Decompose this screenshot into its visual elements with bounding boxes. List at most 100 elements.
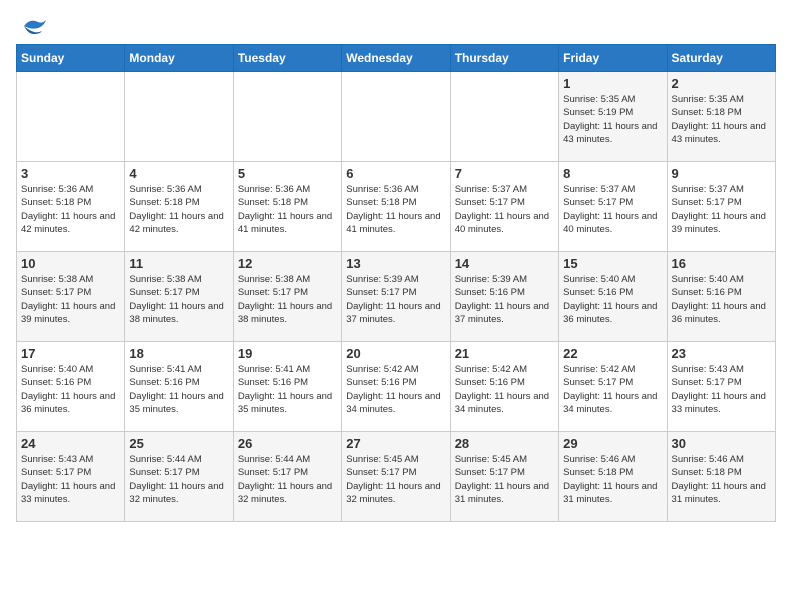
calendar-cell: 19 Sunrise: 5:41 AM Sunset: 5:16 PM Dayli… bbox=[233, 342, 341, 432]
day-info: Sunrise: 5:43 AM Sunset: 5:17 PM Dayligh… bbox=[672, 363, 771, 416]
day-header-monday: Monday bbox=[125, 45, 233, 72]
calendar-week-row: 3 Sunrise: 5:36 AM Sunset: 5:18 PM Daylig… bbox=[17, 162, 776, 252]
calendar-header-row: SundayMondayTuesdayWednesdayThursdayFrid… bbox=[17, 45, 776, 72]
calendar-week-row: 1Sunrise: 5:35 AM Sunset: 5:19 PM Daylig… bbox=[17, 72, 776, 162]
day-number: 22 bbox=[563, 346, 662, 361]
calendar-cell: 1Sunrise: 5:35 AM Sunset: 5:19 PM Daylig… bbox=[559, 72, 667, 162]
day-number: 25 bbox=[129, 436, 228, 451]
day-number: 5 bbox=[238, 166, 337, 181]
calendar-cell: 4 Sunrise: 5:36 AM Sunset: 5:18 PM Daylig… bbox=[125, 162, 233, 252]
day-info: Sunrise: 5:41 AM Sunset: 5:16 PM Dayligh… bbox=[129, 363, 228, 416]
calendar-cell: 3 Sunrise: 5:36 AM Sunset: 5:18 PM Daylig… bbox=[17, 162, 125, 252]
day-number: 13 bbox=[346, 256, 445, 271]
day-number: 18 bbox=[129, 346, 228, 361]
day-info: Sunrise: 5:37 AM Sunset: 5:17 PM Dayligh… bbox=[455, 183, 554, 236]
day-info: Sunrise: 5:40 AM Sunset: 5:16 PM Dayligh… bbox=[563, 273, 662, 326]
logo bbox=[16, 16, 48, 36]
day-info: Sunrise: 5:39 AM Sunset: 5:17 PM Dayligh… bbox=[346, 273, 445, 326]
calendar-cell: 28 Sunrise: 5:45 AM Sunset: 5:17 PM Dayli… bbox=[450, 432, 558, 522]
calendar-cell: 20Sunrise: 5:42 AM Sunset: 5:16 PM Dayli… bbox=[342, 342, 450, 432]
day-number: 29 bbox=[563, 436, 662, 451]
day-info: Sunrise: 5:44 AM Sunset: 5:17 PM Dayligh… bbox=[238, 453, 337, 506]
day-number: 8 bbox=[563, 166, 662, 181]
day-info: Sunrise: 5:41 AM Sunset: 5:16 PM Dayligh… bbox=[238, 363, 337, 416]
day-info: Sunrise: 5:38 AM Sunset: 5:17 PM Dayligh… bbox=[129, 273, 228, 326]
day-info: Sunrise: 5:35 AM Sunset: 5:18 PM Dayligh… bbox=[672, 93, 771, 146]
day-number: 23 bbox=[672, 346, 771, 361]
calendar-cell bbox=[125, 72, 233, 162]
day-number: 12 bbox=[238, 256, 337, 271]
calendar-cell: 21 Sunrise: 5:42 AM Sunset: 5:16 PM Dayli… bbox=[450, 342, 558, 432]
day-number: 16 bbox=[672, 256, 771, 271]
day-number: 3 bbox=[21, 166, 120, 181]
page-header bbox=[16, 16, 776, 36]
calendar-week-row: 10 Sunrise: 5:38 AM Sunset: 5:17 PM Dayli… bbox=[17, 252, 776, 342]
day-info: Sunrise: 5:44 AM Sunset: 5:17 PM Dayligh… bbox=[129, 453, 228, 506]
day-number: 11 bbox=[129, 256, 228, 271]
day-header-wednesday: Wednesday bbox=[342, 45, 450, 72]
calendar-cell: 6Sunrise: 5:36 AM Sunset: 5:18 PM Daylig… bbox=[342, 162, 450, 252]
calendar-cell: 29 Sunrise: 5:46 AM Sunset: 5:18 PM Dayli… bbox=[559, 432, 667, 522]
day-info: Sunrise: 5:36 AM Sunset: 5:18 PM Dayligh… bbox=[129, 183, 228, 236]
calendar-cell: 14 Sunrise: 5:39 AM Sunset: 5:16 PM Dayli… bbox=[450, 252, 558, 342]
day-info: Sunrise: 5:42 AM Sunset: 5:16 PM Dayligh… bbox=[346, 363, 445, 416]
day-info: Sunrise: 5:46 AM Sunset: 5:18 PM Dayligh… bbox=[563, 453, 662, 506]
calendar-cell: 15 Sunrise: 5:40 AM Sunset: 5:16 PM Dayli… bbox=[559, 252, 667, 342]
day-number: 28 bbox=[455, 436, 554, 451]
calendar-cell bbox=[450, 72, 558, 162]
day-info: Sunrise: 5:36 AM Sunset: 5:18 PM Dayligh… bbox=[238, 183, 337, 236]
calendar-cell: 30 Sunrise: 5:46 AM Sunset: 5:18 PM Dayli… bbox=[667, 432, 775, 522]
calendar-cell: 22 Sunrise: 5:42 AM Sunset: 5:17 PM Dayli… bbox=[559, 342, 667, 432]
calendar-cell: 9Sunrise: 5:37 AM Sunset: 5:17 PM Daylig… bbox=[667, 162, 775, 252]
calendar-cell: 10Sunrise: 5:38 AM Sunset: 5:17 PM Dayli… bbox=[17, 252, 125, 342]
day-header-saturday: Saturday bbox=[667, 45, 775, 72]
calendar-cell: 5 Sunrise: 5:36 AM Sunset: 5:18 PM Daylig… bbox=[233, 162, 341, 252]
day-number: 7 bbox=[455, 166, 554, 181]
calendar-cell: 24Sunrise: 5:43 AM Sunset: 5:17 PM Dayli… bbox=[17, 432, 125, 522]
calendar-week-row: 24Sunrise: 5:43 AM Sunset: 5:17 PM Dayli… bbox=[17, 432, 776, 522]
calendar-cell: 18 Sunrise: 5:41 AM Sunset: 5:16 PM Dayli… bbox=[125, 342, 233, 432]
calendar-cell: 16 Sunrise: 5:40 AM Sunset: 5:16 PM Dayli… bbox=[667, 252, 775, 342]
calendar-cell: 12 Sunrise: 5:38 AM Sunset: 5:17 PM Dayli… bbox=[233, 252, 341, 342]
day-info: Sunrise: 5:38 AM Sunset: 5:17 PM Dayligh… bbox=[238, 273, 337, 326]
calendar-cell: 25 Sunrise: 5:44 AM Sunset: 5:17 PM Dayli… bbox=[125, 432, 233, 522]
day-number: 19 bbox=[238, 346, 337, 361]
day-number: 4 bbox=[129, 166, 228, 181]
day-info: Sunrise: 5:43 AM Sunset: 5:17 PM Dayligh… bbox=[21, 453, 120, 506]
day-number: 14 bbox=[455, 256, 554, 271]
day-header-thursday: Thursday bbox=[450, 45, 558, 72]
day-info: Sunrise: 5:36 AM Sunset: 5:18 PM Dayligh… bbox=[346, 183, 445, 236]
day-info: Sunrise: 5:42 AM Sunset: 5:17 PM Dayligh… bbox=[563, 363, 662, 416]
calendar-table: SundayMondayTuesdayWednesdayThursdayFrid… bbox=[16, 44, 776, 522]
day-number: 9 bbox=[672, 166, 771, 181]
calendar-cell: 26 Sunrise: 5:44 AM Sunset: 5:17 PM Dayli… bbox=[233, 432, 341, 522]
calendar-cell: 7 Sunrise: 5:37 AM Sunset: 5:17 PM Daylig… bbox=[450, 162, 558, 252]
day-number: 27 bbox=[346, 436, 445, 451]
day-info: Sunrise: 5:40 AM Sunset: 5:16 PM Dayligh… bbox=[672, 273, 771, 326]
day-number: 30 bbox=[672, 436, 771, 451]
day-number: 17 bbox=[21, 346, 120, 361]
day-info: Sunrise: 5:35 AM Sunset: 5:19 PM Dayligh… bbox=[563, 93, 662, 146]
day-info: Sunrise: 5:45 AM Sunset: 5:17 PM Dayligh… bbox=[346, 453, 445, 506]
day-number: 10 bbox=[21, 256, 120, 271]
day-number: 15 bbox=[563, 256, 662, 271]
day-number: 21 bbox=[455, 346, 554, 361]
day-info: Sunrise: 5:45 AM Sunset: 5:17 PM Dayligh… bbox=[455, 453, 554, 506]
day-info: Sunrise: 5:46 AM Sunset: 5:18 PM Dayligh… bbox=[672, 453, 771, 506]
calendar-cell: 27 Sunrise: 5:45 AM Sunset: 5:17 PM Dayli… bbox=[342, 432, 450, 522]
calendar-cell: 11 Sunrise: 5:38 AM Sunset: 5:17 PM Dayli… bbox=[125, 252, 233, 342]
day-info: Sunrise: 5:37 AM Sunset: 5:17 PM Dayligh… bbox=[563, 183, 662, 236]
calendar-body: 1Sunrise: 5:35 AM Sunset: 5:19 PM Daylig… bbox=[17, 72, 776, 522]
calendar-cell bbox=[233, 72, 341, 162]
calendar-cell: 23 Sunrise: 5:43 AM Sunset: 5:17 PM Dayli… bbox=[667, 342, 775, 432]
calendar-cell: 13 Sunrise: 5:39 AM Sunset: 5:17 PM Dayli… bbox=[342, 252, 450, 342]
day-header-friday: Friday bbox=[559, 45, 667, 72]
day-info: Sunrise: 5:42 AM Sunset: 5:16 PM Dayligh… bbox=[455, 363, 554, 416]
calendar-week-row: 17Sunrise: 5:40 AM Sunset: 5:16 PM Dayli… bbox=[17, 342, 776, 432]
day-info: Sunrise: 5:39 AM Sunset: 5:16 PM Dayligh… bbox=[455, 273, 554, 326]
day-number: 26 bbox=[238, 436, 337, 451]
calendar-cell: 8 Sunrise: 5:37 AM Sunset: 5:17 PM Daylig… bbox=[559, 162, 667, 252]
day-info: Sunrise: 5:36 AM Sunset: 5:18 PM Dayligh… bbox=[21, 183, 120, 236]
day-header-tuesday: Tuesday bbox=[233, 45, 341, 72]
day-number: 2 bbox=[672, 76, 771, 91]
